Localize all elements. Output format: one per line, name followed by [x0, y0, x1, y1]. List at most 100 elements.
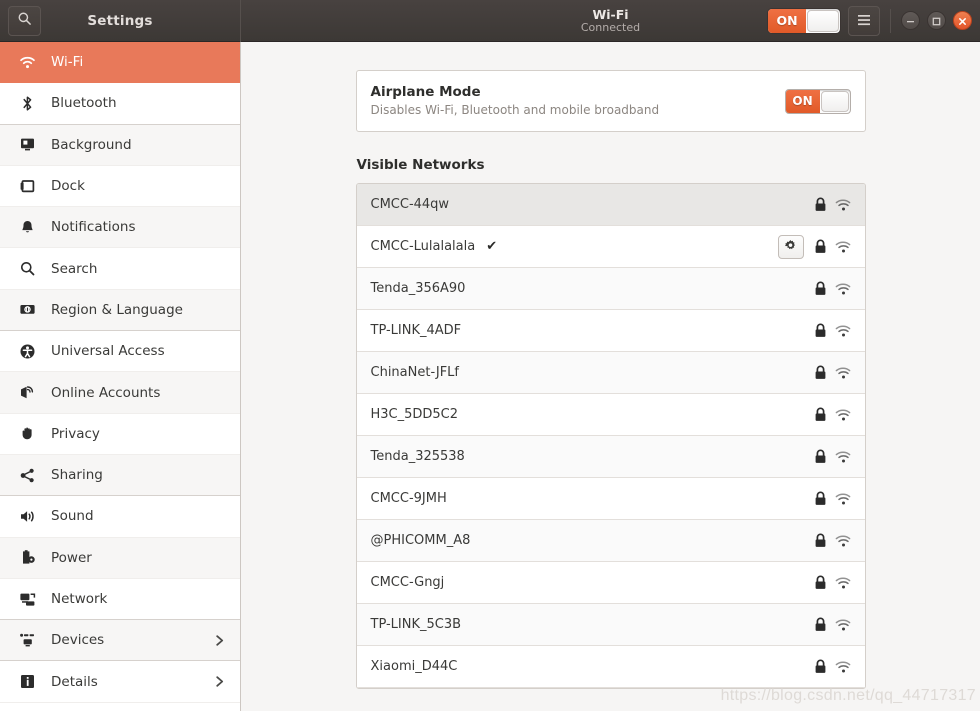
sidebar-item-label: Sound [51, 508, 94, 525]
network-icon [14, 591, 40, 608]
network-name: H3C_5DD5C2 [370, 407, 459, 422]
network-row[interactable]: Tenda_356A90 [356, 268, 865, 310]
wifi-toggle[interactable]: ON [767, 7, 841, 34]
titlebar-controls: ON [767, 5, 972, 36]
sidebar-item-dock[interactable]: Dock [0, 166, 240, 208]
wifi-signal-icon [835, 240, 851, 254]
sidebar-item-background[interactable]: Background [0, 124, 240, 166]
network-name: TP-LINK_5C3B [370, 617, 462, 632]
titlebar-left-section: Settings [0, 0, 241, 42]
share-icon [14, 467, 40, 484]
network-row-actions [814, 491, 851, 506]
main-area: Wi-Fi Bluetooth Background Dock Notificat… [0, 42, 980, 711]
sidebar-item-power[interactable]: Power [0, 537, 240, 579]
sidebar-item-online-accounts[interactable]: Online Accounts [0, 372, 240, 414]
sidebar-item-network[interactable]: Network [0, 579, 240, 621]
sidebar-item-sound[interactable]: Sound [0, 496, 240, 538]
info-icon [14, 673, 40, 690]
chevron-right-icon [213, 634, 226, 647]
sidebar-item-details[interactable]: Details [0, 661, 240, 703]
sidebar-item-search[interactable]: Search [0, 248, 240, 290]
network-name: CMCC-Gngj [370, 575, 445, 590]
network-row-actions [814, 323, 851, 338]
lock-icon [814, 323, 827, 338]
minimize-button[interactable] [901, 11, 920, 30]
network-row[interactable]: @PHICOMM_A8 [356, 520, 865, 562]
sidebar-item-region-language[interactable]: Region & Language [0, 289, 240, 332]
network-row[interactable]: CMCC-Lulalalala ✔ [356, 226, 865, 268]
sidebar-item-devices[interactable]: Devices [0, 620, 240, 662]
wifi-toggle-label: ON [768, 8, 806, 33]
network-name: CMCC-Lulalalala [370, 239, 476, 254]
search-button[interactable] [8, 5, 41, 36]
lock-icon [814, 365, 827, 380]
search-icon [17, 11, 32, 30]
sidebar-item-label: Bluetooth [51, 95, 117, 112]
network-row-actions [814, 449, 851, 464]
sidebar-item-label: Sharing [51, 467, 103, 484]
wifi-signal-icon [835, 492, 851, 506]
close-button[interactable] [953, 11, 972, 30]
network-name: CMCC-9JMH [370, 491, 447, 506]
network-name: Tenda_356A90 [370, 281, 466, 296]
close-icon [958, 11, 967, 30]
wifi-signal-icon [835, 660, 851, 674]
gear-icon [784, 237, 797, 256]
sidebar-item-label: Notifications [51, 219, 136, 236]
network-row[interactable]: ChinaNet-JFLf [356, 352, 865, 394]
content-inner: Airplane Mode Disables Wi-Fi, Bluetooth … [355, 42, 866, 689]
bluetooth-icon [14, 95, 40, 112]
network-row-actions [814, 407, 851, 422]
wifi-toggle-knob [807, 9, 839, 32]
online-accounts-icon [14, 384, 40, 401]
wifi-signal-icon [835, 450, 851, 464]
network-row[interactable]: Tenda_325538 [356, 436, 865, 478]
sidebar-item-notifications[interactable]: Notifications [0, 207, 240, 249]
lock-icon [814, 533, 827, 548]
sidebar-item-label: Network [51, 591, 108, 607]
speaker-icon [14, 508, 40, 525]
power-battery-icon [14, 549, 40, 566]
network-row-actions [814, 659, 851, 674]
sidebar-item-wi-fi[interactable]: Wi-Fi [0, 42, 240, 84]
network-name: ChinaNet-JFLf [370, 365, 460, 380]
network-settings-button[interactable] [777, 234, 804, 259]
network-row[interactable]: CMCC-44qw [356, 184, 865, 226]
airplane-mode-texts: Airplane Mode Disables Wi-Fi, Bluetooth … [371, 83, 785, 120]
sidebar-item-bluetooth[interactable]: Bluetooth [0, 83, 240, 125]
sidebar-item-universal-access[interactable]: Universal Access [0, 331, 240, 373]
network-row-actions [777, 234, 851, 259]
network-row[interactable]: H3C_5DD5C2 [356, 394, 865, 436]
connected-checkmark-icon: ✔ [486, 239, 498, 254]
region-language-icon [14, 301, 40, 318]
sidebar-item-label: Dock [51, 178, 85, 195]
sidebar-item-label: Online Accounts [51, 384, 161, 401]
content-panel: Airplane Mode Disables Wi-Fi, Bluetooth … [241, 42, 980, 711]
network-row[interactable]: CMCC-Gngj [356, 562, 865, 604]
airplane-mode-toggle-label: ON [785, 89, 820, 113]
network-row[interactable]: TP-LINK_4ADF [356, 310, 865, 352]
chevron-right-icon [213, 675, 226, 688]
universal-access-icon [14, 343, 40, 360]
network-row-actions [814, 617, 851, 632]
network-row-actions [814, 575, 851, 590]
network-row-actions [814, 365, 851, 380]
sidebar-item-label: Power [51, 549, 92, 566]
titlebar: Settings Wi-Fi Connected ON [0, 0, 980, 42]
airplane-mode-toggle[interactable]: ON [784, 88, 851, 114]
search-icon [14, 260, 40, 277]
visible-networks-heading: Visible Networks [356, 157, 485, 173]
sidebar-item-label: Details [51, 673, 98, 690]
hand-icon [14, 425, 40, 442]
sidebar-item-sharing[interactable]: Sharing [0, 454, 240, 497]
network-row[interactable]: CMCC-9JMH [356, 478, 865, 520]
menu-button[interactable] [848, 5, 880, 36]
maximize-button[interactable] [927, 11, 946, 30]
sidebar-item-privacy[interactable]: Privacy [0, 414, 240, 455]
airplane-mode-card[interactable]: Airplane Mode Disables Wi-Fi, Bluetooth … [355, 70, 866, 132]
lock-icon [814, 491, 827, 506]
background-icon [14, 136, 40, 153]
network-row[interactable]: TP-LINK_5C3B [356, 604, 865, 646]
network-name: TP-LINK_4ADF [370, 323, 462, 338]
network-row[interactable]: Xiaomi_D44C [356, 646, 865, 688]
